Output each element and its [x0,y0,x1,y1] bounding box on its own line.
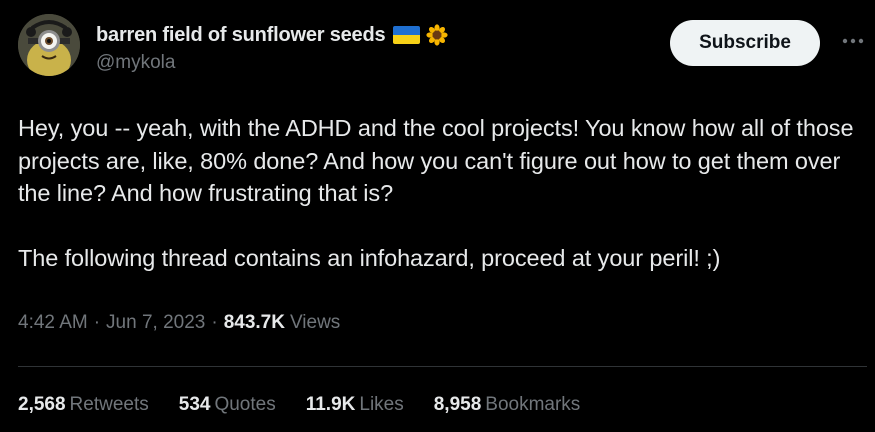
tweet-date[interactable]: Jun 7, 2023 [106,312,205,334]
meta-separator: · [211,312,218,333]
engagement-stats: 2,568 Retweets 534 Quotes 11.9K Likes 8,958… [18,394,610,416]
likes-label: Likes [359,394,404,415]
author-name-row: barren field of sunflower seeds [96,22,449,48]
more-horizontal-icon[interactable] [840,30,866,52]
bookmarks-stat[interactable]: 8,958 Bookmarks [434,394,581,416]
bookmarks-count: 8,958 [433,394,482,415]
meta-separator: · [93,312,101,333]
avatar[interactable] [18,14,80,76]
tweet-time[interactable]: 4:42 AM [18,312,88,334]
tweet-text: Hey, you -- yeah, with the ADHD and the … [18,115,854,271]
views-label: Views [289,312,341,333]
author-display-name[interactable]: barren field of sunflower seeds [96,24,386,47]
quotes-count: 534 [178,394,211,415]
retweets-label: Retweets [69,394,149,415]
retweets-count: 2,568 [18,394,66,415]
minion-avatar-image [18,14,80,76]
bookmarks-label: Bookmarks [485,394,581,415]
views-count: 843.7K [223,312,285,333]
author-block: barren field of sunflower seeds @mykola [96,22,449,74]
likes-stat[interactable]: 11.9K Likes [306,394,404,416]
divider [18,366,867,367]
likes-count: 11.9K [305,394,356,415]
sunflower-icon [426,24,449,46]
quotes-label: Quotes [214,394,276,415]
retweets-stat[interactable]: 2,568 Retweets [18,394,149,416]
author-handle[interactable]: @mykola [96,52,448,74]
ukraine-flag-icon [393,26,421,44]
quotes-stat[interactable]: 534 Quotes [179,394,276,416]
subscribe-button[interactable]: Subscribe [670,20,820,66]
tweet-meta: 4:42 AM · Jun 7, 2023 · 843.7K Views [18,312,340,334]
